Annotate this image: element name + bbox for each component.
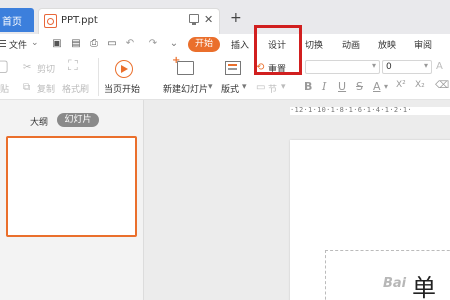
- paste-icon[interactable]: ▢: [0, 56, 9, 75]
- menu-bar: 文件 ⌄ ▣ ▤ ⎙ ▭ ↶ ↷ ⌄ 开始 插入 设计 切换 动画 放映 审阅: [0, 34, 450, 54]
- chevron-down-icon: ▾: [424, 61, 429, 70]
- subscript-button[interactable]: X₂: [415, 80, 425, 90]
- format-painter-icon[interactable]: ⛶: [68, 58, 78, 74]
- slide-thumbnail[interactable]: [6, 136, 137, 237]
- print-icon[interactable]: ⎙: [89, 39, 99, 49]
- menu-file[interactable]: 文件: [9, 38, 27, 51]
- tab-document[interactable]: PPT.ppt ✕: [38, 8, 220, 34]
- cut-button[interactable]: 剪切: [37, 62, 55, 75]
- play-from-current-icon[interactable]: [115, 60, 133, 78]
- close-tab-button[interactable]: ✕: [204, 13, 213, 26]
- toolbar-separator: [98, 58, 99, 96]
- increase-font-icon[interactable]: A: [436, 61, 443, 72]
- export-pdf-icon[interactable]: ▤: [71, 39, 81, 49]
- menu-transition[interactable]: 切换: [305, 38, 323, 51]
- layout-button[interactable]: 版式: [221, 82, 239, 95]
- ruler-ticks: ·12·1·10·1·8·1·6·1·4·1·2·1·: [290, 106, 412, 114]
- chevron-down-icon[interactable]: ▾: [208, 82, 213, 92]
- tab-outline[interactable]: 大纲: [30, 115, 48, 128]
- tab-home[interactable]: 首页: [0, 8, 34, 32]
- horizontal-ruler: ·12·1·10·1·8·1·6·1·4·1·2·1·: [290, 106, 450, 115]
- cut-icon[interactable]: ✂: [23, 62, 31, 73]
- play-from-current-button[interactable]: 当页开始: [104, 82, 140, 95]
- chevron-down-icon[interactable]: ▾: [384, 82, 388, 91]
- chevron-down-icon[interactable]: ⌄: [31, 38, 39, 48]
- ppt-file-icon: [44, 14, 57, 28]
- tab-home-label: 首页: [2, 17, 22, 28]
- font-size-select[interactable]: 0 ▾: [382, 60, 432, 74]
- section-button[interactable]: 节: [268, 82, 277, 95]
- font-size-value: 0: [386, 62, 392, 72]
- font-color-button[interactable]: A: [373, 80, 381, 93]
- paste-label[interactable]: 贴: [0, 82, 9, 95]
- section-icon[interactable]: ▭: [256, 82, 265, 93]
- font-name-select[interactable]: ▾: [305, 60, 380, 74]
- monitor-icon[interactable]: [189, 14, 199, 25]
- new-slide-button[interactable]: 新建幻灯片: [163, 82, 208, 95]
- save-icon[interactable]: ▣: [52, 39, 62, 49]
- undo-icon[interactable]: ↶: [125, 39, 135, 49]
- new-tab-button[interactable]: +: [230, 10, 242, 26]
- menu-animation[interactable]: 动画: [342, 38, 360, 51]
- new-slide-icon[interactable]: +: [172, 55, 194, 75]
- slide-text[interactable]: 单: [412, 268, 436, 300]
- print-preview-icon[interactable]: ▭: [107, 39, 117, 49]
- ribbon-toolbar: ▢ 贴 ✂ 剪切 ⧉ 复制 ⛶ 格式刷 当页开始 + 新建幻灯片 ▾ 版式 ▾ …: [0, 54, 450, 100]
- italic-button[interactable]: I: [322, 80, 326, 93]
- superscript-button[interactable]: X²: [396, 80, 406, 90]
- hamburger-icon[interactable]: [0, 40, 6, 47]
- chevron-down-icon: ▾: [372, 61, 377, 70]
- bold-button[interactable]: B: [304, 80, 312, 93]
- copy-icon[interactable]: ⧉: [23, 82, 30, 93]
- menu-start[interactable]: 开始: [188, 37, 220, 52]
- layout-icon[interactable]: [225, 61, 241, 75]
- tab-slides[interactable]: 幻灯片: [57, 113, 99, 127]
- highlight-box: [254, 25, 302, 75]
- redo-icon[interactable]: ↷: [148, 39, 158, 49]
- chevron-down-icon[interactable]: ▾: [242, 82, 247, 92]
- menu-insert[interactable]: 插入: [231, 38, 249, 51]
- copy-button[interactable]: 复制: [37, 82, 55, 95]
- menu-slideshow[interactable]: 放映: [378, 38, 396, 51]
- watermark: Bai: [383, 276, 407, 291]
- customize-icon[interactable]: ⌄: [169, 39, 179, 49]
- tab-document-label: PPT.ppt: [61, 15, 98, 26]
- menu-review[interactable]: 审阅: [414, 38, 432, 51]
- strikethrough-button[interactable]: S: [356, 80, 363, 93]
- clear-format-icon[interactable]: ⌫: [435, 80, 449, 91]
- chevron-down-icon[interactable]: ▾: [281, 82, 286, 92]
- format-painter-button[interactable]: 格式刷: [62, 82, 89, 95]
- underline-button[interactable]: U: [338, 80, 346, 93]
